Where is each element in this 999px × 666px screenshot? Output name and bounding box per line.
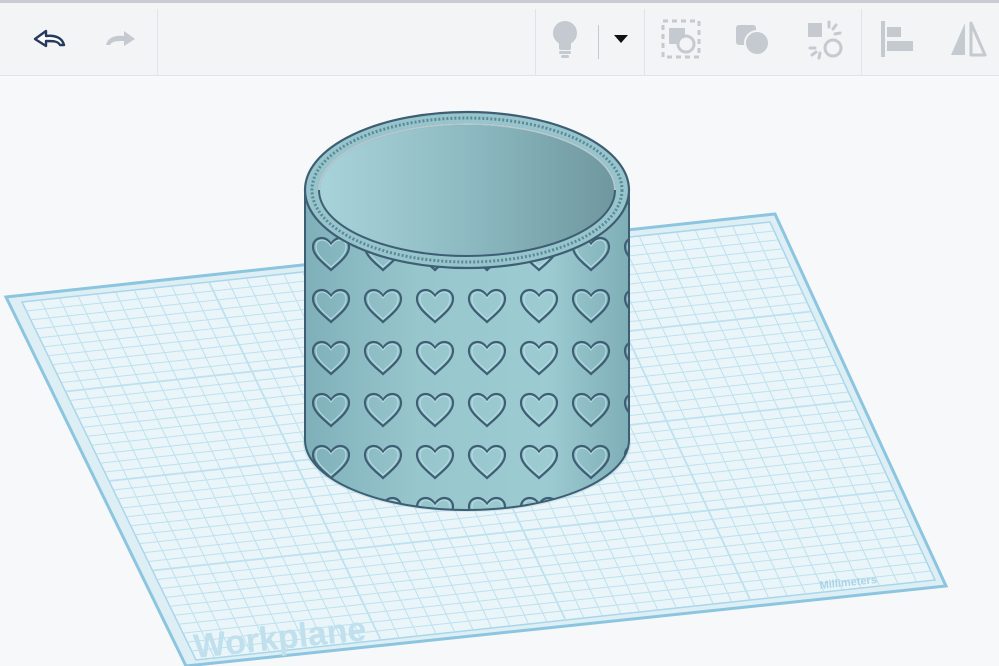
undo-button[interactable] bbox=[20, 3, 78, 75]
scatter-button[interactable] bbox=[796, 3, 852, 75]
toolbar-separator bbox=[157, 9, 158, 75]
toolbar-separator bbox=[644, 9, 645, 75]
mirror-button[interactable] bbox=[940, 3, 996, 75]
light-button[interactable] bbox=[540, 3, 590, 75]
toolbar-separator bbox=[861, 9, 862, 75]
toolbar-separator bbox=[535, 9, 536, 75]
group-icon bbox=[661, 19, 701, 59]
mirror-icon bbox=[951, 21, 987, 57]
group-button[interactable] bbox=[653, 3, 709, 75]
3d-viewport[interactable]: Workplane Millimeters bbox=[0, 76, 999, 666]
scene: Workplane Millimeters bbox=[3, 110, 949, 666]
toolbar-separator bbox=[598, 25, 599, 59]
redo-arrow-icon bbox=[106, 31, 135, 46]
redo-button[interactable] bbox=[92, 3, 150, 75]
ungroup-icon bbox=[736, 25, 770, 56]
align-left-icon bbox=[881, 21, 913, 57]
scatter-icon bbox=[808, 20, 843, 60]
light-dropdown-button[interactable] bbox=[606, 3, 636, 75]
caret-down-icon bbox=[614, 35, 628, 43]
app-window: Workplane Millimeters bbox=[0, 0, 999, 666]
toolbar bbox=[0, 0, 999, 76]
align-button[interactable] bbox=[869, 3, 925, 75]
ungroup-button[interactable] bbox=[724, 3, 780, 75]
lightbulb-icon bbox=[553, 21, 577, 58]
cylinder-model[interactable] bbox=[300, 110, 634, 520]
undo-arrow-icon bbox=[33, 29, 66, 48]
